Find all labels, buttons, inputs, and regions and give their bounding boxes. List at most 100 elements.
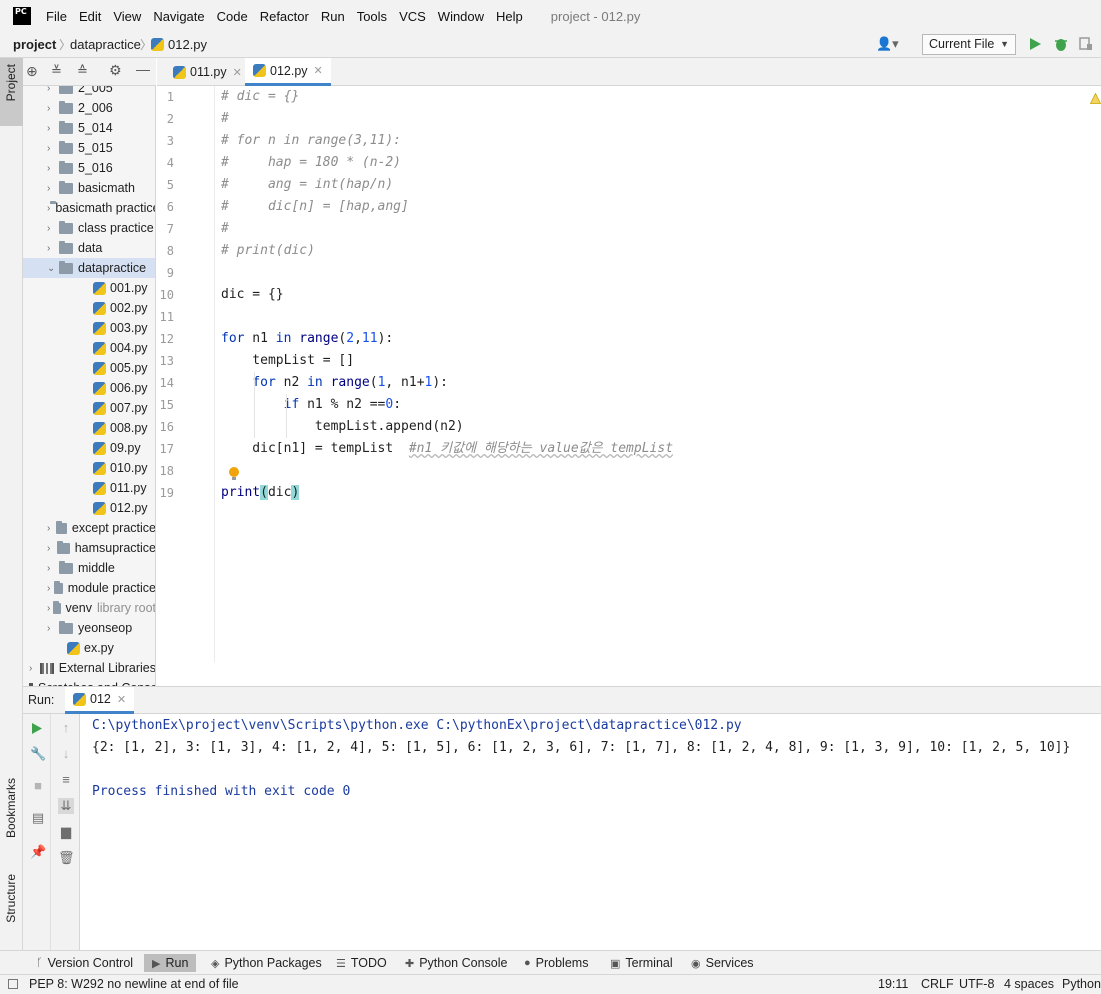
tree-item[interactable]: › data (23, 238, 155, 258)
chevron-right-icon[interactable]: › (47, 583, 54, 594)
tree-item[interactable]: › class practice (23, 218, 155, 238)
tree-item[interactable]: › External Libraries (23, 658, 155, 678)
toolwindow-python-console[interactable]: ✚ Python Console (405, 954, 507, 972)
tree-item[interactable]: › 5_016 (23, 158, 155, 178)
toolwindow-terminal[interactable]: ▣ Terminal (610, 954, 673, 972)
menu-file[interactable]: File (46, 9, 67, 24)
tree-item[interactable]: 003.py (23, 318, 155, 338)
chevron-right-icon[interactable]: › (47, 86, 59, 94)
toggle-tool-windows-icon[interactable] (8, 979, 18, 989)
scroll-to-end-icon[interactable]: ⇊ (58, 798, 74, 814)
menu-refactor[interactable]: Refactor (260, 9, 309, 24)
soft-wrap-icon[interactable]: ≡ (58, 772, 74, 787)
chevron-down-icon[interactable]: ⌄ (47, 263, 59, 274)
tree-item[interactable]: › 2_006 (23, 98, 155, 118)
indent-setting[interactable]: 4 spaces (1004, 977, 1054, 991)
tab-011-py[interactable]: 011.py ✕ (165, 58, 250, 86)
close-icon[interactable]: ✕ (233, 66, 242, 79)
toolwindow-services[interactable]: ◉ Services (691, 954, 754, 972)
tree-item[interactable]: › middle (23, 558, 155, 578)
tree-item[interactable]: › 2_005 (23, 86, 155, 98)
tree-item[interactable]: › hamsupractice (23, 538, 155, 558)
tree-item[interactable]: › module practice (23, 578, 155, 598)
tree-item[interactable]: 09.py (23, 438, 155, 458)
run-tab-012[interactable]: 012 ✕ (65, 687, 135, 714)
breadcrumb-folder[interactable]: datapractice (70, 37, 141, 52)
tool-tab-project[interactable]: Project (4, 64, 18, 101)
wrench-icon[interactable]: 🔧 (30, 746, 46, 762)
expand-all-icon[interactable]: ≚ (51, 63, 62, 79)
tree-item[interactable]: 008.py (23, 418, 155, 438)
locate-file-icon[interactable]: ⊕ (26, 63, 38, 80)
menu-edit[interactable]: Edit (79, 9, 101, 24)
chevron-right-icon[interactable]: › (47, 143, 59, 154)
menu-tools[interactable]: Tools (357, 9, 387, 24)
menu-vcs[interactable]: VCS (399, 9, 426, 24)
layout-icon[interactable]: ▤ (30, 810, 46, 826)
toolwindow-python-packages[interactable]: ◈ Python Packages (211, 954, 322, 972)
menu-code[interactable]: Code (217, 9, 248, 24)
chevron-right-icon[interactable]: › (47, 543, 57, 554)
tool-tab-bookmarks[interactable]: Bookmarks (4, 778, 18, 838)
run-icon[interactable] (1028, 37, 1042, 51)
chevron-right-icon[interactable]: › (47, 123, 59, 134)
chevron-right-icon[interactable]: › (47, 163, 59, 174)
stop-icon[interactable]: ■ (30, 778, 46, 793)
caret-position[interactable]: 19:11 (878, 977, 908, 991)
tab-012-py[interactable]: 012.py ✕ (245, 58, 331, 86)
tree-item[interactable]: 006.py (23, 378, 155, 398)
rerun-icon[interactable] (31, 722, 43, 735)
line-separator[interactable]: CRLF (921, 977, 954, 991)
warning-icon[interactable] (1090, 93, 1101, 104)
chevron-right-icon[interactable]: › (47, 223, 59, 234)
tree-item[interactable]: › basicmath (23, 178, 155, 198)
collapse-all-icon[interactable]: ≙ (77, 63, 88, 79)
chevron-right-icon[interactable]: › (29, 663, 40, 674)
run-console[interactable]: C:\pythonEx\project\venv\Scripts\python.… (80, 714, 1101, 950)
chevron-right-icon[interactable]: › (47, 103, 59, 114)
run-configuration-select[interactable]: Current File ▼ (922, 34, 1016, 55)
tool-tab-structure[interactable]: Structure (4, 874, 18, 923)
toolwindow-problems[interactable]: ● Problems (524, 954, 588, 972)
arrow-up-icon[interactable]: ↑ (58, 720, 74, 735)
tree-item[interactable]: 011.py (23, 478, 155, 498)
chevron-right-icon[interactable]: › (47, 183, 59, 194)
menu-run[interactable]: Run (321, 9, 345, 24)
menu-help[interactable]: Help (496, 9, 523, 24)
tree-item[interactable]: › venv library root (23, 598, 155, 618)
chevron-right-icon[interactable]: › (47, 523, 56, 534)
arrow-down-icon[interactable]: ↓ (58, 746, 74, 761)
menu-window[interactable]: Window (438, 9, 484, 24)
user-icon[interactable]: 👤▾ (876, 36, 899, 52)
breadcrumb-project[interactable]: project (13, 37, 56, 52)
tree-item[interactable]: 007.py (23, 398, 155, 418)
chevron-right-icon[interactable]: › (47, 563, 59, 574)
tree-item[interactable]: › yeonseop (23, 618, 155, 638)
chevron-right-icon[interactable]: › (47, 623, 59, 634)
status-message[interactable]: PEP 8: W292 no newline at end of file (29, 977, 239, 991)
tree-item[interactable]: 010.py (23, 458, 155, 478)
close-icon[interactable]: ✕ (314, 64, 323, 77)
lightbulb-icon[interactable] (228, 466, 240, 482)
hide-icon[interactable]: — (136, 61, 150, 77)
code-editor[interactable]: # dic = {} # # for n in range(3,11): # h… (216, 86, 1101, 662)
tree-item[interactable]: Scratches and Consoles (23, 678, 155, 686)
print-icon[interactable]: ▆ (58, 824, 74, 840)
trash-icon[interactable]: 🗑 (58, 850, 75, 866)
tree-item[interactable]: ⌄ datapractice (23, 258, 155, 278)
tree-item[interactable]: › 5_014 (23, 118, 155, 138)
breadcrumb-file[interactable]: 012.py (168, 37, 207, 52)
toolwindow-run[interactable]: ▶ Run (144, 954, 197, 972)
menu-navigate[interactable]: Navigate (153, 9, 204, 24)
gear-icon[interactable]: ⚙ (109, 62, 122, 79)
pin-icon[interactable]: 📌 (30, 844, 46, 860)
tree-item[interactable]: › basicmath practice (23, 198, 155, 218)
toolwindow-todo[interactable]: ☰ TODO (336, 954, 387, 972)
python-interpreter[interactable]: Python (1062, 977, 1101, 991)
tree-item[interactable]: 005.py (23, 358, 155, 378)
file-encoding[interactable]: UTF-8 (959, 977, 994, 991)
tree-item[interactable]: 004.py (23, 338, 155, 358)
close-icon[interactable]: ✕ (117, 693, 126, 706)
tree-item[interactable]: 012.py (23, 498, 155, 518)
debug-icon[interactable] (1053, 36, 1069, 52)
